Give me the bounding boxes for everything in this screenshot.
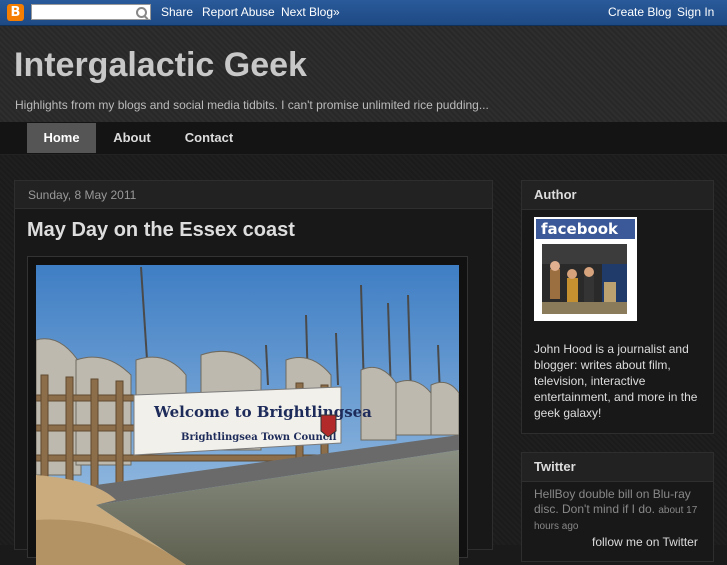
tweet: HellBoy double bill on Blu-ray disc. Don…	[534, 487, 704, 534]
blog-description: Highlights from my blogs and social medi…	[15, 98, 489, 112]
next-blog-link[interactable]: Next Blog»	[281, 5, 340, 19]
author-widget: Author facebook John Hood is a journalis…	[521, 180, 714, 434]
blogger-navbar: B Share Report Abuse Next Blog» Create B…	[0, 0, 727, 26]
blog-header: Intergalactic Geek Highlights from my bl…	[0, 26, 727, 123]
report-abuse-link[interactable]: Report Abuse	[202, 5, 275, 19]
post-date: Sunday, 8 May 2011	[15, 181, 492, 209]
share-link[interactable]: Share	[161, 5, 193, 19]
tab-about[interactable]: About	[96, 123, 168, 153]
author-bio: John Hood is a journalist and blogger: w…	[534, 342, 698, 420]
tab-contact[interactable]: Contact	[168, 123, 250, 153]
sign-in-link[interactable]: Sign In	[677, 5, 714, 19]
blog-title[interactable]: Intergalactic Geek	[14, 46, 307, 85]
author-widget-title: Author	[522, 181, 713, 210]
twitter-widget-title: Twitter	[522, 453, 713, 482]
sign-line-1: Welcome to Brightlingsea	[153, 403, 372, 421]
facebook-badge[interactable]: facebook	[534, 217, 637, 321]
search-box[interactable]	[31, 4, 151, 22]
post-title[interactable]: May Day on the Essex coast	[27, 219, 295, 242]
blogger-logo-icon[interactable]: B	[7, 4, 24, 21]
author-photo	[542, 244, 627, 314]
post-image-frame: Welcome to Brightlingsea Brightlingsea T…	[27, 256, 468, 565]
brightlingsea-photo: Welcome to Brightlingsea Brightlingsea T…	[36, 265, 459, 565]
create-blog-link[interactable]: Create Blog	[608, 5, 671, 19]
page-tabs: Home About Contact	[0, 122, 727, 155]
sign-line-2: Brightlingsea Town Council	[181, 432, 337, 443]
facebook-logo: facebook	[536, 219, 635, 239]
main-column: Sunday, 8 May 2011 May Day on the Essex …	[14, 180, 493, 565]
search-icon[interactable]	[136, 7, 147, 18]
twitter-follow-link[interactable]: follow me on Twitter	[592, 535, 698, 549]
post-image[interactable]: Welcome to Brightlingsea Brightlingsea T…	[36, 265, 459, 565]
search-input[interactable]	[32, 8, 136, 22]
tab-home[interactable]: Home	[27, 123, 96, 153]
